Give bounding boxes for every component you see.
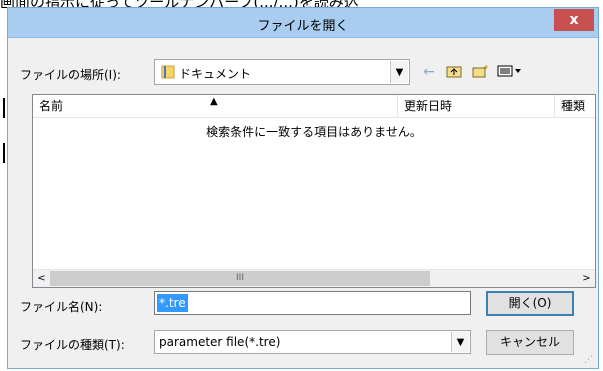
filename-input[interactable]: *.tre xyxy=(154,291,471,315)
documents-folder-icon xyxy=(161,65,175,79)
chevron-down-icon[interactable]: ▼ xyxy=(451,332,469,352)
column-header: 名前 ▲ 更新日時 種類 xyxy=(33,95,595,118)
open-button[interactable]: 開く(O) xyxy=(486,291,574,316)
up-folder-icon[interactable] xyxy=(445,64,463,80)
location-label: ファイルの場所(I): xyxy=(20,68,121,82)
sort-ascending-icon: ▲ xyxy=(210,96,218,107)
empty-message: 検索条件に一致する項目はありません。 xyxy=(206,125,422,139)
view-menu-icon[interactable] xyxy=(497,64,523,80)
dialog-title: ファイルを開く xyxy=(257,19,349,34)
scrollbar-thumb[interactable]: III xyxy=(50,271,430,286)
back-arrow-icon[interactable]: ← xyxy=(420,64,438,80)
scroll-left-button[interactable]: < xyxy=(33,270,50,287)
location-combo[interactable]: ドキュメント ▼ xyxy=(154,59,410,85)
chevron-down-icon[interactable]: ▼ xyxy=(390,61,408,83)
background-divider xyxy=(3,143,5,163)
horizontal-scrollbar[interactable]: < III > xyxy=(33,269,595,287)
resize-grip-icon[interactable]: ⋰ xyxy=(584,354,596,366)
cancel-button[interactable]: キャンセル xyxy=(486,330,574,355)
column-modified[interactable]: 更新日時 xyxy=(397,95,554,117)
scroll-right-button[interactable]: > xyxy=(578,270,595,287)
filetype-combo[interactable]: parameter file(*.tre) ▼ xyxy=(154,330,471,354)
scrollbar-grip: III xyxy=(236,273,244,283)
file-list[interactable]: 名前 ▲ 更新日時 種類 検索条件に一致する項目はありません。 < III > xyxy=(32,94,596,288)
title-bar[interactable]: ファイルを開く x xyxy=(8,8,598,38)
column-type[interactable]: 種類 xyxy=(554,95,595,117)
filename-value: *.tre xyxy=(157,294,188,312)
file-open-dialog: ファイルを開く x ファイルの場所(I): ドキュメント ▼ ← 名前 ▲ 更新… xyxy=(7,7,599,369)
location-value: ドキュメント xyxy=(179,67,252,81)
background-divider xyxy=(3,98,5,118)
filetype-value: parameter file(*.tre) xyxy=(159,335,281,349)
filetype-label: ファイルの種類(T): xyxy=(20,338,125,352)
close-button[interactable]: x xyxy=(554,9,594,31)
new-folder-icon[interactable] xyxy=(472,64,490,80)
filename-label: ファイル名(N): xyxy=(20,300,103,314)
